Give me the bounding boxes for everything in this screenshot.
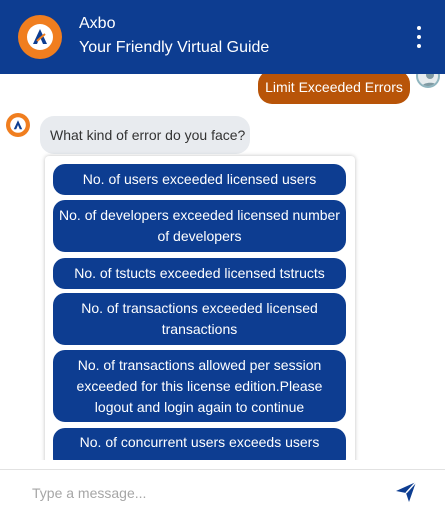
quick-reply-options: No. of users exceeded licensed users No.… <box>45 156 355 460</box>
more-vertical-icon[interactable] <box>410 26 428 48</box>
option-button[interactable]: No. of tstucts exceeded licensed tstruct… <box>53 258 346 289</box>
bot-avatar-small <box>6 113 30 137</box>
bot-logo-icon <box>27 24 53 50</box>
bot-name: Axbo <box>79 15 116 32</box>
chat-header: Axbo Your Friendly Virtual Guide <box>0 0 445 74</box>
message-input[interactable] <box>20 478 350 508</box>
user-avatar <box>416 74 440 88</box>
bot-avatar <box>18 15 62 59</box>
option-button[interactable]: No. of users exceeded licensed users <box>53 164 346 195</box>
bot-logo-icon <box>10 117 26 133</box>
user-message-bubble: Limit Exceeded Errors <box>258 74 410 104</box>
bot-subtitle: Your Friendly Virtual Guide <box>79 39 270 56</box>
option-button[interactable]: No. of transactions exceeded licensed tr… <box>53 293 346 345</box>
chat-area[interactable]: Limit Exceeded Errors What kind of error… <box>0 74 445 460</box>
composer-bar <box>0 469 445 516</box>
send-icon[interactable] <box>394 480 418 504</box>
user-icon <box>421 74 438 86</box>
option-button[interactable]: No. of concurrent users exceeds users <box>53 428 346 460</box>
option-button[interactable]: No. of transactions allowed per session … <box>53 350 346 422</box>
option-button[interactable]: No. of developers exceeded licensed numb… <box>53 200 346 252</box>
bot-message-bubble: What kind of error do you face? <box>40 116 250 154</box>
